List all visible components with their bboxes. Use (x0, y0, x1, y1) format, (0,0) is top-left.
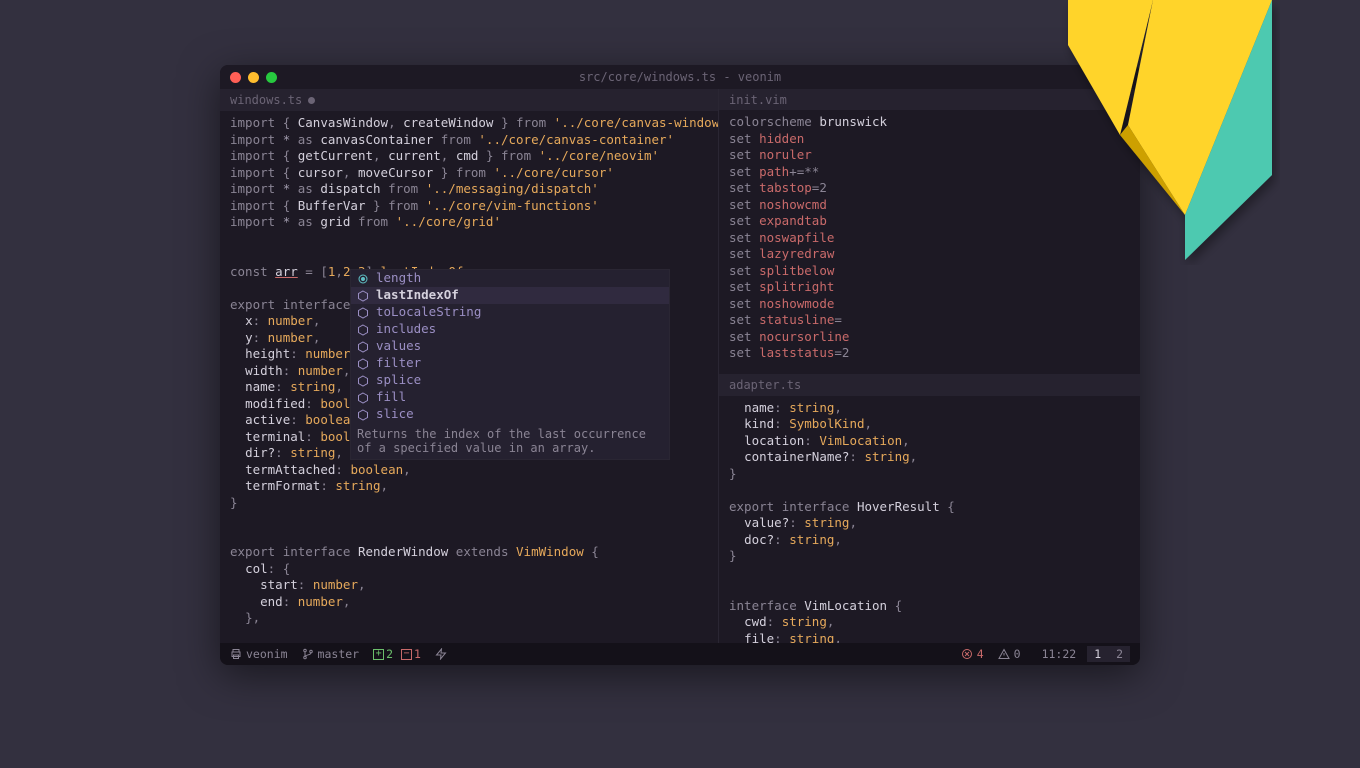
editor-window: src/core/windows.ts - veonim windows.ts … (220, 65, 1140, 665)
tab-adapter-ts[interactable]: adapter.ts (719, 374, 1140, 395)
tab-windows-ts[interactable]: windows.ts (220, 89, 718, 111)
warnings-indicator[interactable]: 0 (998, 647, 1021, 661)
git-branch-icon (302, 648, 314, 660)
completion-label: lastIndexOf (376, 287, 459, 304)
error-icon (961, 648, 973, 660)
diff-indicator[interactable]: + 2 − 1 (373, 647, 421, 661)
statusbar: veonim master + 2 − 1 4 0 11:22 1 2 (220, 643, 1140, 665)
warnings-count: 0 (1014, 647, 1021, 661)
completion-label: values (376, 338, 421, 355)
completion-item[interactable]: toLocaleString (351, 304, 669, 321)
titlebar[interactable]: src/core/windows.ts - veonim (220, 65, 1140, 89)
completion-label: filter (376, 355, 421, 372)
completion-item[interactable]: fill (351, 389, 669, 406)
warning-icon (998, 648, 1010, 660)
completion-doc: Returns the index of the last occurrence… (351, 423, 669, 459)
zap-icon (435, 648, 447, 660)
completion-item[interactable]: length (351, 270, 669, 287)
completion-popup[interactable]: lengthlastIndexOftoLocaleStringincludesv… (350, 269, 670, 460)
method-icon (357, 375, 369, 387)
col-number: 2 (1116, 647, 1123, 661)
zap-indicator[interactable] (435, 648, 447, 660)
completion-label: length (376, 270, 421, 287)
completion-label: includes (376, 321, 436, 338)
errors-count: 4 (977, 647, 984, 661)
deletions-count: 1 (414, 647, 421, 661)
method-icon (357, 409, 369, 421)
branch-name: master (318, 647, 360, 661)
minus-icon: − (401, 649, 412, 660)
completion-item[interactable]: splice (351, 372, 669, 389)
method-icon (357, 324, 369, 336)
completion-label: fill (376, 389, 406, 406)
code-editor-adapter[interactable]: name: string, kind: SymbolKind, location… (719, 396, 1140, 643)
code-editor-left[interactable]: import { CanvasWindow, createWindow } fr… (220, 111, 718, 631)
printer-icon (230, 648, 242, 660)
completion-item[interactable]: includes (351, 321, 669, 338)
window-title: src/core/windows.ts - veonim (220, 70, 1140, 84)
cursor-position: 1 2 (1087, 646, 1130, 662)
completion-label: toLocaleString (376, 304, 481, 321)
additions-count: 2 (386, 647, 393, 661)
method-icon (357, 290, 369, 302)
method-icon (357, 358, 369, 370)
branch-indicator[interactable]: master (302, 647, 360, 661)
completion-item[interactable]: slice (351, 406, 669, 423)
folder-name: veonim (246, 647, 288, 661)
plus-icon: + (373, 649, 384, 660)
property-icon (357, 273, 369, 285)
method-icon (357, 341, 369, 353)
completion-label: splice (376, 372, 421, 389)
method-icon (357, 307, 369, 319)
clock: 11:22 (1035, 646, 1084, 662)
completion-item[interactable]: lastIndexOf (351, 287, 669, 304)
tab-label: adapter.ts (729, 378, 801, 392)
tab-label: init.vim (729, 93, 787, 107)
app-logo (1060, 0, 1280, 265)
completion-label: slice (376, 406, 414, 423)
tab-label: windows.ts (230, 93, 302, 107)
method-icon (357, 392, 369, 404)
line-number: 1 (1094, 647, 1101, 661)
completion-item[interactable]: values (351, 338, 669, 355)
folder-indicator[interactable]: veonim (230, 647, 288, 661)
modified-indicator-icon (308, 97, 315, 104)
errors-indicator[interactable]: 4 (961, 647, 984, 661)
completion-item[interactable]: filter (351, 355, 669, 372)
